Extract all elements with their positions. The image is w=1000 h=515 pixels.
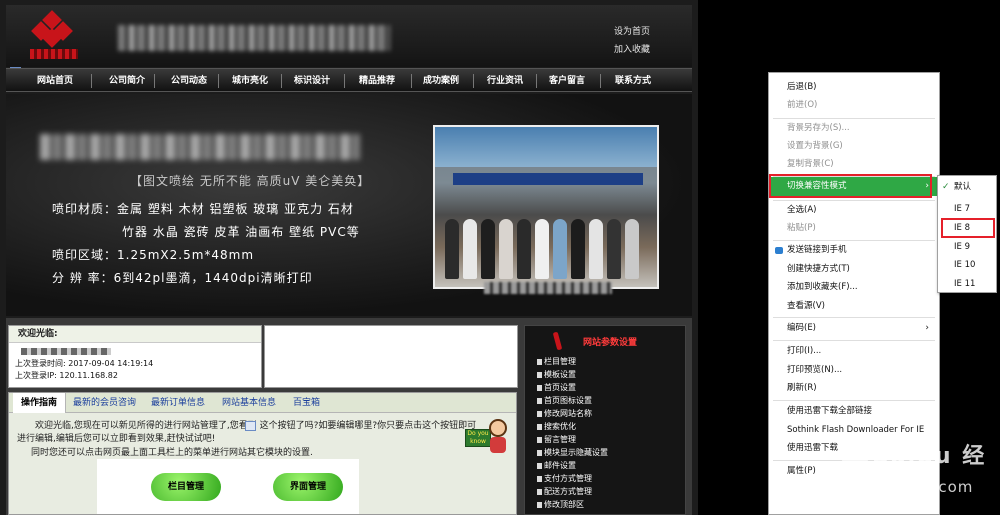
sub-default-label: 默认 bbox=[954, 182, 972, 192]
side-item-shipping[interactable]: 配送方式管理 bbox=[537, 486, 592, 498]
sub-ie10[interactable]: IE 10 bbox=[938, 256, 996, 275]
tab-guide[interactable]: 操作指南 bbox=[13, 393, 67, 413]
ctx-view-source[interactable]: 查看源(V) bbox=[769, 297, 939, 316]
pen-icon bbox=[552, 331, 563, 351]
user-name-blurred bbox=[9, 346, 261, 358]
ctx-paste[interactable]: 粘贴(P) bbox=[769, 219, 939, 238]
hero-banner[interactable]: 【图文喷绘 无所不能 高质uV 美仑美奂】 喷印材质：金属 塑料 木材 铝塑板 … bbox=[6, 94, 692, 316]
nav-industry-news[interactable]: 行业资讯 bbox=[474, 69, 536, 93]
baidu-paw-icon bbox=[840, 438, 870, 468]
sub-ie11[interactable]: IE 11 bbox=[938, 275, 996, 294]
site-settings-menu: 网站参数设置 栏目管理 模板设置 首页设置 首页图标设置 修改网站名称 搜索优化… bbox=[524, 325, 686, 515]
site-settings-header: 网站参数设置 bbox=[543, 330, 679, 352]
ctx-set-background[interactable]: 设置为背景(G) bbox=[769, 137, 939, 156]
baidu-jingyan-watermark: Baidu 经验 jingyan.baidu.com bbox=[818, 430, 998, 510]
nav-featured[interactable]: 精品推荐 bbox=[346, 69, 408, 93]
interface-management-button[interactable]: 界面管理 bbox=[273, 473, 343, 501]
banner-slogan: 【图文喷绘 无所不能 高质uV 美仑美奂】 bbox=[130, 174, 371, 188]
nav-contact[interactable]: 联系方式 bbox=[602, 69, 664, 93]
photo-caption-blurred bbox=[484, 282, 612, 294]
side-item-guestbook[interactable]: 留言管理 bbox=[537, 434, 576, 446]
edit-icon bbox=[245, 421, 256, 431]
ctx-forward[interactable]: 前进(O) bbox=[769, 96, 939, 115]
side-item-module-visibility[interactable]: 模块显示隐藏设置 bbox=[537, 447, 608, 459]
phone-link-icon bbox=[775, 247, 783, 254]
welcome-panel: 欢迎光临: 上次登录时间: 2017-09-04 14:19:14 上次登录IP… bbox=[8, 325, 262, 388]
empty-panel bbox=[264, 325, 518, 388]
last-login-ip: 上次登录IP: 120.11.168.82 bbox=[15, 371, 118, 380]
ctx-encoding[interactable]: 编码(E) › bbox=[769, 319, 939, 338]
ctx-add-favorites[interactable]: 添加到收藏夹(F)... bbox=[769, 278, 939, 297]
side-item-column[interactable]: 栏目管理 bbox=[537, 356, 576, 368]
column-management-button[interactable]: 栏目管理 bbox=[151, 473, 221, 501]
site-title-blurred bbox=[118, 25, 390, 51]
sub-ie9[interactable]: IE 9 bbox=[938, 238, 996, 257]
ctx-save-background[interactable]: 背景另存为(S)... bbox=[769, 119, 939, 138]
admin-diagram: 栏目管理 界面管理 bbox=[97, 459, 359, 514]
side-item-payment[interactable]: 支付方式管理 bbox=[537, 473, 592, 485]
tab-member-inquiries[interactable]: 最新的会员咨询 bbox=[73, 393, 136, 413]
ctx-refresh[interactable]: 刷新(R) bbox=[769, 379, 939, 398]
ctx-encoding-label: 编码(E) bbox=[787, 323, 817, 333]
banner-title-blurred bbox=[40, 134, 360, 160]
add-favorite-link[interactable]: 加入收藏 bbox=[614, 42, 650, 55]
chevron-right-icon: › bbox=[925, 323, 929, 333]
ctx-print-preview[interactable]: 打印预览(N)... bbox=[769, 361, 939, 380]
nav-about[interactable]: 公司简介 bbox=[96, 69, 158, 93]
site-settings-title: 网站参数设置 bbox=[583, 338, 638, 348]
ctx-copy-background[interactable]: 复制背景(C) bbox=[769, 155, 939, 174]
ctx-thunder-download-all[interactable]: 使用迅雷下载全部链接 bbox=[769, 402, 939, 421]
tab-bar: 操作指南 最新的会员咨询 最新订单信息 网站基本信息 百宝箱 bbox=[9, 393, 516, 413]
main-nav: 网站首页 公司简介 公司动态 城市亮化 标识设计 精品推荐 成功案例 行业资讯 … bbox=[6, 68, 692, 92]
side-item-top-area[interactable]: 修改顶部区 bbox=[537, 499, 584, 511]
website-page: 设为首页 加入收藏 网站首页 公司简介 公司动态 城市亮化 标识设计 精品推荐 … bbox=[0, 0, 698, 515]
side-item-mail[interactable]: 邮件设置 bbox=[537, 460, 576, 472]
side-item-template[interactable]: 模板设置 bbox=[537, 369, 576, 381]
ctx-send-to-phone[interactable]: 发送链接到手机 bbox=[769, 241, 939, 260]
guide-text-line-3: 同时您还可以点击网页最上面工具栏上的菜单进行网站其它模块的设置. bbox=[31, 448, 313, 458]
screenshot-stage: 设为首页 加入收藏 网站首页 公司简介 公司动态 城市亮化 标识设计 精品推荐 … bbox=[0, 0, 1000, 515]
ctx-create-shortcut[interactable]: 创建快捷方式(T) bbox=[769, 260, 939, 279]
nav-home[interactable]: 网站首页 bbox=[24, 69, 86, 93]
ctx-select-all[interactable]: 全选(A) bbox=[769, 201, 939, 220]
ctx-print[interactable]: 打印(I)... bbox=[769, 342, 939, 361]
guide-text-line-2: 进行编辑,编辑后您可以立即看到效果,赶快试试吧! bbox=[17, 434, 216, 444]
tab-latest-orders[interactable]: 最新订单信息 bbox=[151, 393, 205, 413]
checkmark-icon: ✓ bbox=[942, 182, 950, 192]
tab-site-info[interactable]: 网站基本信息 bbox=[222, 393, 276, 413]
highlight-compatibility-mode bbox=[769, 174, 932, 198]
banner-line-area: 喷印区域：1.25mX2.5m*48mm bbox=[52, 248, 255, 262]
mascot-illustration: Do you know bbox=[465, 417, 509, 463]
side-item-seo[interactable]: 搜索优化 bbox=[537, 421, 576, 433]
nav-cases[interactable]: 成功案例 bbox=[410, 69, 472, 93]
site-header: 设为首页 加入收藏 bbox=[6, 5, 692, 67]
tab-toolbox[interactable]: 百宝箱 bbox=[293, 393, 320, 413]
banner-line-material: 喷印材质：金属 塑料 木材 铝塑板 玻璃 亚克力 石材 bbox=[52, 202, 354, 216]
side-item-site-name[interactable]: 修改网站名称 bbox=[537, 408, 592, 420]
nav-sign-design[interactable]: 标识设计 bbox=[281, 69, 343, 93]
sub-ie7[interactable]: IE 7 bbox=[938, 200, 996, 219]
ctx-back[interactable]: 后退(B) bbox=[769, 78, 939, 97]
watermark-url: jingyan.baidu.com bbox=[818, 478, 974, 496]
side-item-homepage[interactable]: 首页设置 bbox=[537, 382, 576, 394]
nav-news[interactable]: 公司动态 bbox=[158, 69, 220, 93]
banner-line-material-2: 竹器 水晶 瓷砖 皮革 油画布 壁纸 PVC等 bbox=[122, 225, 360, 239]
slide-pager: 123456 bbox=[599, 310, 692, 316]
ctx-send-to-phone-label: 发送链接到手机 bbox=[787, 245, 847, 255]
nav-guestbook[interactable]: 客户留言 bbox=[536, 69, 598, 93]
set-homepage-link[interactable]: 设为首页 bbox=[614, 24, 650, 37]
sub-default[interactable]: ✓ 默认 bbox=[938, 178, 996, 197]
last-login-time: 上次登录时间: 2017-09-04 14:19:14 bbox=[15, 359, 154, 368]
welcome-title: 欢迎光临: bbox=[9, 326, 261, 343]
highlight-ie8 bbox=[941, 218, 995, 238]
side-item-homepage-icon[interactable]: 首页图标设置 bbox=[537, 395, 592, 407]
admin-tabs-panel: 操作指南 最新的会员咨询 最新订单信息 网站基本信息 百宝箱 欢迎光临,您现在可… bbox=[8, 392, 517, 515]
team-photo bbox=[433, 125, 659, 289]
banner-line-resolution: 分 辨 率：6到42pl墨滴，1440dpi清晰打印 bbox=[52, 271, 313, 285]
mascot-board-text: Do you know bbox=[465, 429, 491, 447]
nav-city-lighting[interactable]: 城市亮化 bbox=[219, 69, 281, 93]
site-logo[interactable] bbox=[26, 9, 78, 61]
